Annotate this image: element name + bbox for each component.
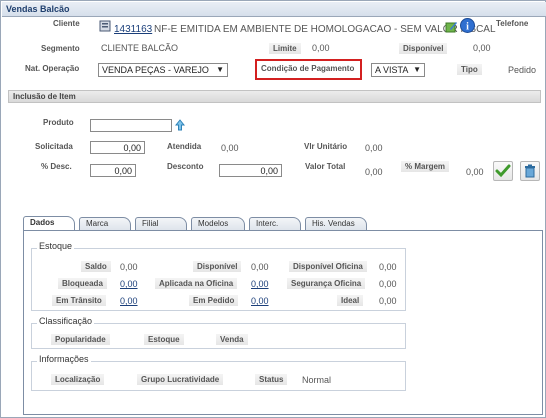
bloqueada-label: Bloqueada [58,278,107,289]
segmento-label: Segmento [41,44,80,53]
disp-oficina-label: Disponível Oficina [289,261,367,272]
valor-total-label: Valor Total [305,162,346,171]
svg-text:i: i [466,22,469,33]
tipo-label: Tipo [457,64,482,75]
classificacao-title: Classificação [37,316,95,326]
bloqueada-link[interactable]: 0,00 [120,279,138,289]
pedido-link[interactable]: 0,00 [251,296,269,306]
atendida-label: Atendida [167,142,202,151]
disponivel-value: 0,00 [473,43,491,53]
tab-marca[interactable]: Marca [79,217,131,231]
grupo-lucratividade-label: Grupo Lucratividade [137,374,224,385]
pedido-label: Em Pedido [189,295,239,306]
aplicada-link[interactable]: 0,00 [251,279,269,289]
solicitada-input[interactable]: 0,00 [90,141,145,154]
nat-operacao-label: Nat. Operação [25,64,80,73]
info-icon[interactable]: i [460,18,475,35]
condicao-value: A VISTA [375,65,409,75]
clear-button[interactable] [520,161,540,181]
seguranca-label: Segurança Oficina [287,278,366,289]
seguranca-value: 0,00 [379,279,397,289]
localizacao-label: Localização [51,374,105,385]
transito-label: Em Trânsito [52,295,106,306]
desconto-input[interactable]: 0,00 [219,164,282,177]
informacoes-title: Informações [37,354,91,364]
saldo-value: 0,00 [120,262,138,272]
disp-oficina-value: 0,00 [379,262,397,272]
condicao-label: Condição de Pagamento [261,64,355,73]
desconto-label: Desconto [167,162,204,171]
margem-value: 0,00 [466,167,484,177]
produto-input[interactable] [90,119,172,132]
window-frame: Vendas Balcão Cliente 1431163 NF-E EMITI… [0,0,546,418]
vlr-unitario-label: Vlr Unitário [304,142,348,151]
trash-icon [525,164,535,178]
tab-filial[interactable]: Filial [135,217,187,231]
vlr-unitario-value: 0,00 [365,143,383,153]
cliente-label: Cliente [53,19,80,28]
inclusao-section-header: Inclusão de Item [8,90,541,103]
est-disponivel-label: Disponível [193,261,242,272]
est-disponivel-value: 0,00 [251,262,269,272]
nat-operacao-select[interactable]: VENDA PEÇAS - VAREJO ▼ [98,63,228,77]
arrow-up-icon[interactable] [174,119,186,133]
desc-pct-input[interactable]: 0,00 [90,164,136,177]
atendida-value: 0,00 [221,143,239,153]
solicitada-label: Solicitada [35,142,73,151]
window-title: Vendas Balcão [2,2,546,17]
tab-dados[interactable]: Dados [23,216,75,231]
dropdown-arrow-icon: ▼ [216,65,224,74]
valor-total-value: 0,00 [365,167,383,177]
segmento-value: CLIENTE BALCÃO [101,43,179,53]
tab-modelos[interactable]: Modelos [191,217,245,231]
customer-card-icon[interactable] [99,20,111,34]
tab-his-vendas[interactable]: His. Vendas [305,217,367,231]
produto-label: Produto [43,118,74,127]
status-value: Normal [302,375,332,385]
disponivel-label: Disponível [399,43,448,54]
edit-customer-icon[interactable] [445,20,458,35]
class-estoque-label: Estoque [144,334,184,345]
limite-value: 0,00 [312,43,330,53]
limite-label: Limite [269,43,301,54]
tipo-value: Pedido [508,65,537,75]
transito-link[interactable]: 0,00 [120,296,138,306]
popularidade-label: Popularidade [51,334,110,345]
dropdown-arrow-icon: ▼ [413,65,421,74]
nat-operacao-value: VENDA PEÇAS - VAREJO [102,65,209,75]
ideal-label: Ideal [337,295,364,306]
status-label: Status [255,374,288,385]
checkmark-icon [495,164,511,178]
tab-interc[interactable]: Interc. [249,217,301,231]
estoque-title: Estoque [37,241,75,251]
aplicada-label: Aplicada na Oficina [155,278,238,289]
venda-label: Venda [216,334,248,345]
cliente-code-link[interactable]: 1431163 [114,24,152,35]
ideal-value: 0,00 [379,296,397,306]
saldo-label: Saldo [81,261,111,272]
margem-label: % Margem [401,161,450,172]
confirm-button[interactable] [493,161,513,181]
condicao-select[interactable]: A VISTA ▼ [371,63,425,77]
telefone-label: Telefone [496,19,529,28]
desc-pct-label: % Desc. [41,162,72,171]
